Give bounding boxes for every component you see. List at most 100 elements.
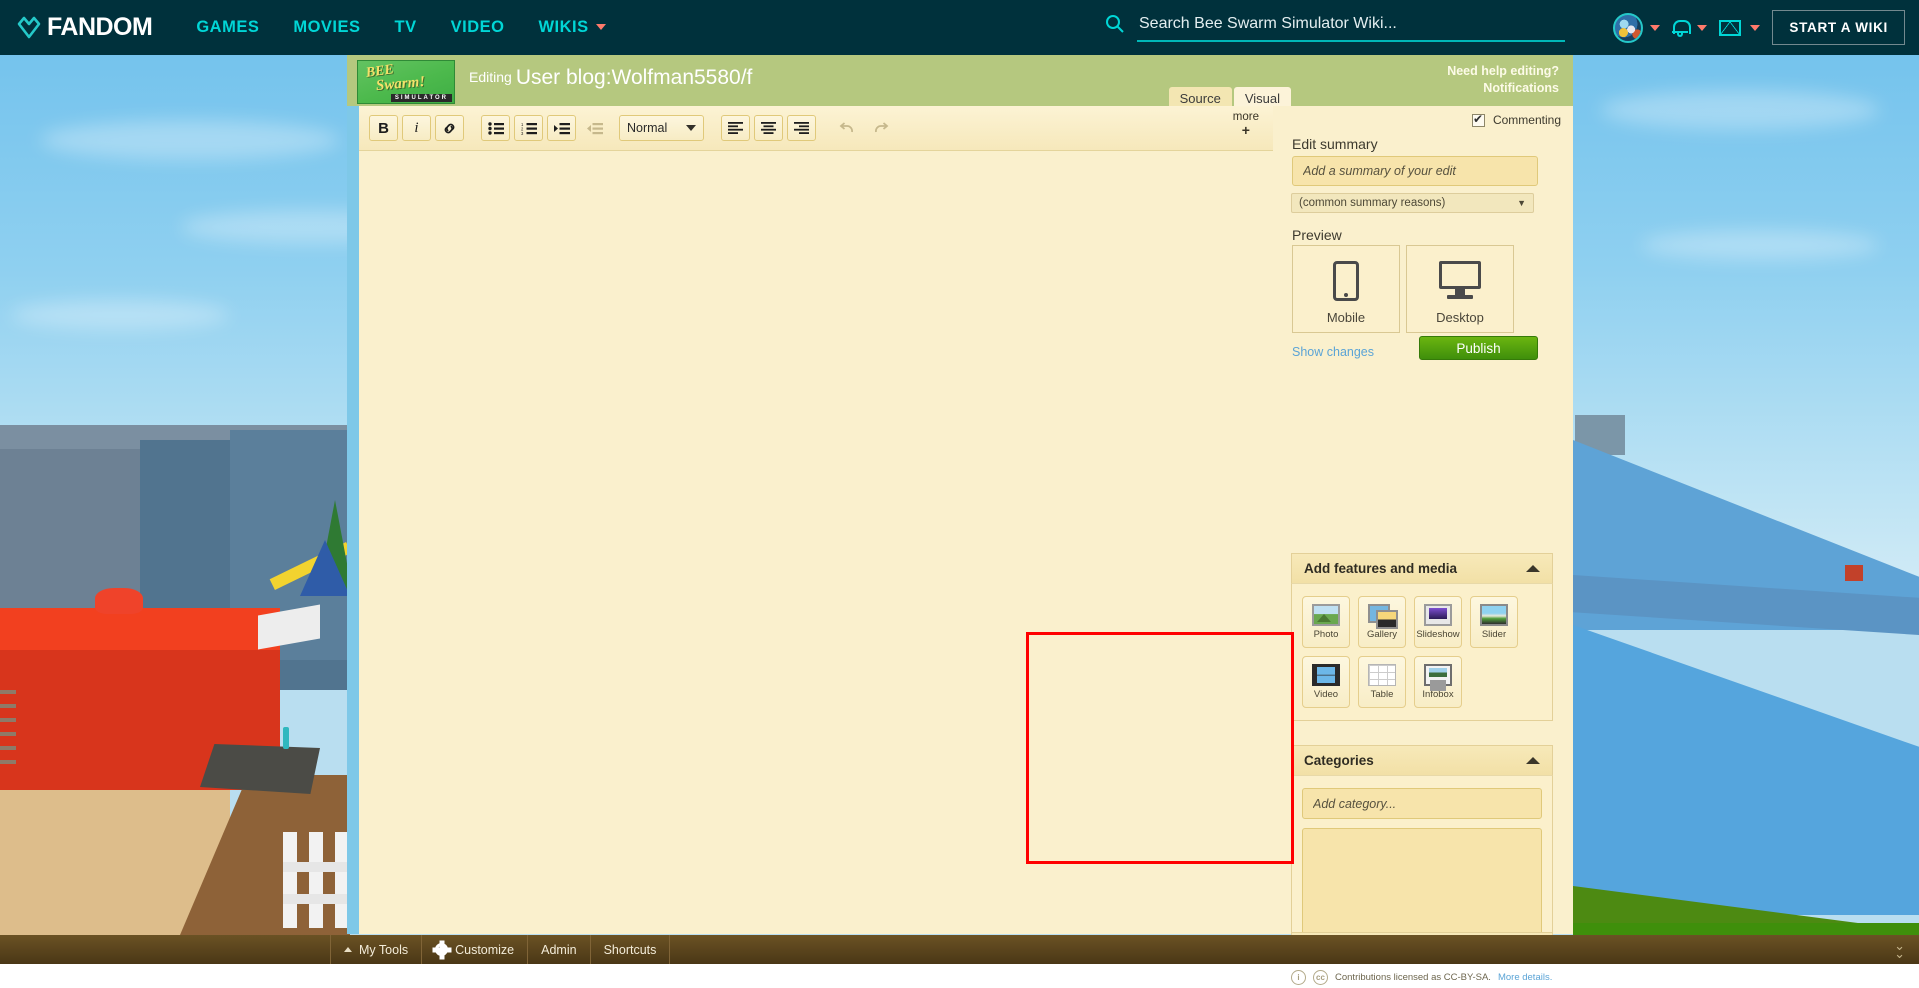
feature-tile-table[interactable]: Table xyxy=(1358,656,1406,708)
bell-icon[interactable] xyxy=(1672,19,1688,37)
need-help-editing-link[interactable]: Need help editing? xyxy=(1447,64,1559,78)
feature-tile-video[interactable]: Video xyxy=(1302,656,1350,708)
align-right-button[interactable] xyxy=(787,115,816,141)
video-icon xyxy=(1312,664,1340,686)
slideshow-icon xyxy=(1424,604,1452,626)
category-list[interactable] xyxy=(1302,828,1542,941)
show-changes-link[interactable]: Show changes xyxy=(1292,345,1374,359)
chevron-down-icon xyxy=(686,125,696,131)
editing-prefix: Editing xyxy=(469,69,512,85)
publish-green-strip xyxy=(1573,923,1919,935)
feature-label: Table xyxy=(1371,689,1394,700)
common-summary-reasons-select[interactable]: (common summary reasons) ▼ xyxy=(1291,193,1534,213)
bottom-toolbar-items: My Tools Customize Admin Shortcuts xyxy=(330,935,670,964)
feature-tile-slideshow[interactable]: Slideshow xyxy=(1414,596,1462,648)
wiki-logo[interactable]: BEE Swarm! SIMULATOR xyxy=(357,60,455,104)
help-block: Need help editing? Notifications xyxy=(1447,63,1559,97)
bottom-item-my-tools[interactable]: My Tools xyxy=(330,935,422,964)
license-text: Contributions licensed as CC-BY-SA. xyxy=(1335,972,1491,983)
italic-button[interactable]: i xyxy=(402,115,431,141)
editor-text-area[interactable] xyxy=(359,151,1273,934)
svg-text:3: 3 xyxy=(521,131,524,135)
indent-button[interactable] xyxy=(547,115,576,141)
align-center-button[interactable] xyxy=(754,115,783,141)
plus-icon: + xyxy=(1233,124,1259,137)
user-avatar-menu[interactable] xyxy=(1613,13,1660,43)
commenting-checkbox[interactable] xyxy=(1472,114,1485,127)
search-input[interactable] xyxy=(1137,11,1565,42)
heading-style-value: Normal xyxy=(627,121,667,135)
nav-link-tv[interactable]: TV xyxy=(395,18,417,37)
nav-link-video[interactable]: VIDEO xyxy=(451,18,505,37)
start-a-wiki-button[interactable]: START A WIKI xyxy=(1772,10,1905,45)
notifications-menu[interactable] xyxy=(1672,19,1707,37)
scene-right-blue-wall xyxy=(1573,625,1919,915)
edit-summary-input[interactable] xyxy=(1292,156,1538,186)
preview-mobile-label: Mobile xyxy=(1327,310,1365,325)
editor-shell: BEE Swarm! SIMULATOR EditingUser blog:Wo… xyxy=(347,55,1573,934)
global-search[interactable] xyxy=(1105,8,1565,44)
bottom-item-label: My Tools xyxy=(359,943,408,957)
chevron-down-icon[interactable] xyxy=(1750,25,1760,31)
feature-tile-infobox[interactable]: Infobox xyxy=(1414,656,1462,708)
common-summary-reasons-value: (common summary reasons) xyxy=(1299,197,1445,209)
slider-icon xyxy=(1480,604,1508,626)
license-more-details-link[interactable]: More details. xyxy=(1498,972,1552,983)
add-features-and-media-section: Add features and media Photo Gallery S xyxy=(1291,553,1553,721)
wiki-logo-line2: Swarm! xyxy=(375,74,425,95)
bold-button[interactable]: B xyxy=(369,115,398,141)
publish-button[interactable]: Publish xyxy=(1419,336,1538,360)
avatar[interactable] xyxy=(1613,13,1643,43)
collapse-up-icon[interactable] xyxy=(1526,757,1540,764)
commenting-label: Commenting xyxy=(1493,113,1561,127)
chevron-down-icon[interactable] xyxy=(1697,25,1707,31)
feature-tile-photo[interactable]: Photo xyxy=(1302,596,1350,648)
cloud xyxy=(1640,230,1880,260)
align-left-button[interactable] xyxy=(721,115,750,141)
envelope-icon[interactable] xyxy=(1719,20,1741,36)
preview-label: Preview xyxy=(1292,227,1342,243)
bottom-item-customize[interactable]: Customize xyxy=(422,935,528,964)
bottom-item-label: Admin xyxy=(541,943,576,957)
link-button[interactable] xyxy=(435,115,464,141)
collapse-up-icon[interactable] xyxy=(1526,565,1540,572)
scene-ladder xyxy=(0,690,16,772)
numbered-list-button[interactable]: 123 xyxy=(514,115,543,141)
nav-link-wikis[interactable]: WIKIS xyxy=(538,18,605,37)
add-category-input[interactable] xyxy=(1302,788,1542,819)
outdent-button xyxy=(580,115,609,141)
desktop-monitor-icon xyxy=(1439,261,1481,301)
commenting-checkbox-row[interactable]: Commenting xyxy=(1472,113,1561,127)
scene-right-red-chimney xyxy=(1845,565,1863,581)
notifications-link[interactable]: Notifications xyxy=(1483,81,1559,95)
messages-menu[interactable] xyxy=(1719,20,1760,36)
scene-fence-rail-2 xyxy=(283,894,351,904)
photo-icon xyxy=(1312,604,1340,626)
preview-desktop-button[interactable]: Desktop xyxy=(1406,245,1514,333)
more-toolbar-button[interactable]: more + xyxy=(1233,111,1259,137)
fandom-logo[interactable]: FANDOM xyxy=(16,13,152,42)
bullet-list-button[interactable] xyxy=(481,115,510,141)
heading-style-select[interactable]: Normal xyxy=(619,115,704,141)
cloud xyxy=(40,120,340,160)
categories-section-header[interactable]: Categories xyxy=(1291,745,1553,776)
scene-red-flower xyxy=(95,588,143,614)
add-features-section-header[interactable]: Add features and media xyxy=(1291,553,1553,584)
scene-red-block-top xyxy=(0,608,280,650)
feature-tile-gallery[interactable]: Gallery xyxy=(1358,596,1406,648)
nav-link-wikis-label: WIKIS xyxy=(538,18,588,36)
bottom-item-label: Shortcuts xyxy=(604,943,657,957)
page-title: EditingUser blog:Wolfman5580/f xyxy=(469,66,752,90)
feature-tile-slider[interactable]: Slider xyxy=(1470,596,1518,648)
chevron-double-down-icon[interactable]: ⌄⌄ xyxy=(1894,942,1905,958)
chevron-down-icon[interactable] xyxy=(1650,25,1660,31)
preview-mobile-button[interactable]: Mobile xyxy=(1292,245,1400,333)
editor-toolbar: B i 123 Normal xyxy=(359,106,1273,151)
bottom-item-shortcuts[interactable]: Shortcuts xyxy=(591,935,671,964)
nav-link-movies[interactable]: MOVIES xyxy=(293,18,360,37)
feature-label: Slideshow xyxy=(1416,629,1459,640)
bottom-item-admin[interactable]: Admin xyxy=(528,935,590,964)
wiki-logo-tagline: SIMULATOR xyxy=(391,94,452,102)
nav-link-games[interactable]: GAMES xyxy=(196,18,259,37)
edit-summary-label: Edit summary xyxy=(1292,136,1378,152)
